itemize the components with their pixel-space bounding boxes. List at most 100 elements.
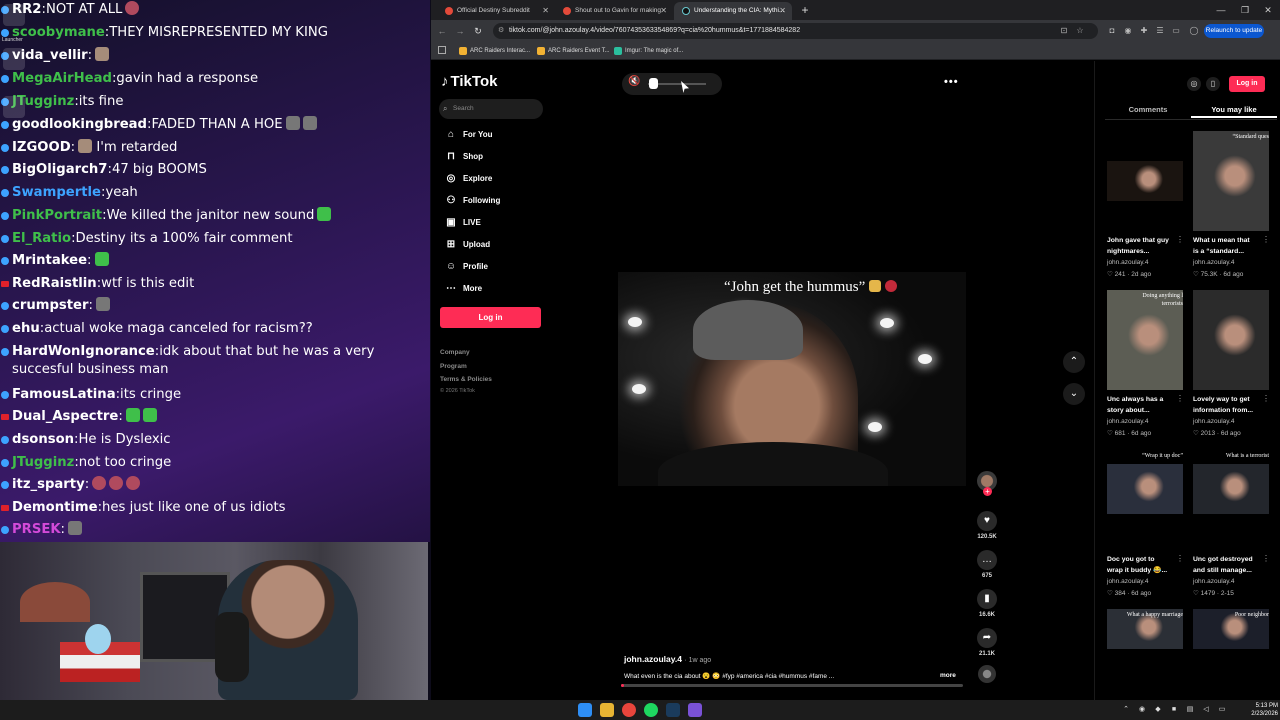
phone-icon[interactable]: ▯ xyxy=(1206,77,1220,91)
recommended-video-card[interactable]: “Standard ques xyxy=(1193,131,1269,235)
recommended-video-card[interactable]: Doing anything l terrorists xyxy=(1107,290,1183,394)
address-bar[interactable]: ⚙ tiktok.com/@john.azoulay.4/video/76074… xyxy=(493,23,1098,39)
chat-username[interactable]: Swampertle xyxy=(12,185,101,200)
follow-plus-icon[interactable]: + xyxy=(983,487,992,496)
sidebar-item-explore[interactable]: ◎ Explore xyxy=(443,171,553,187)
tab-destiny-subreddit[interactable]: Official Destiny Subreddit ✕ xyxy=(437,2,555,20)
sidebar-item-for-you[interactable]: ⌂ For You xyxy=(443,127,553,143)
header-login-button[interactable]: Log in xyxy=(1229,76,1265,92)
chat-username[interactable]: crumpster xyxy=(12,298,89,313)
recommended-video-author[interactable]: john.azoulay.4 xyxy=(1107,578,1148,585)
new-tab-button[interactable]: + xyxy=(797,2,813,18)
site-info-icon[interactable]: ⚙ xyxy=(498,23,504,39)
desktop-shortcut-icon[interactable] xyxy=(3,48,25,70)
recommended-video-title[interactable]: Unc always has a story about... xyxy=(1107,394,1171,416)
video-player[interactable]: “John get the hummus” xyxy=(618,272,966,486)
sidebar-item-upload[interactable]: ⊞ Upload xyxy=(443,237,553,253)
music-disc-icon[interactable] xyxy=(978,665,996,683)
kebab-menu-icon[interactable]: ⋮ xyxy=(1262,554,1270,563)
volume-control[interactable]: 🔇 xyxy=(622,73,722,95)
sidebar-item-live[interactable]: ▣ LIVE xyxy=(443,215,553,231)
next-video-button[interactable]: ⌄ xyxy=(1063,383,1085,405)
bookmark-arc-event[interactable]: ARC Raiders Event T... xyxy=(537,44,610,58)
comment-icon[interactable]: … xyxy=(977,550,997,570)
chat-username[interactable]: HardWonIgnorance xyxy=(12,344,155,359)
recommended-video-title[interactable]: Doc you got to wrap it buddy 😂... xyxy=(1107,554,1171,576)
compass-icon[interactable]: ◎ xyxy=(1187,77,1201,91)
recommended-video-author[interactable]: john.azoulay.4 xyxy=(1193,259,1234,266)
chrome-icon[interactable] xyxy=(622,703,636,717)
profile-icon[interactable]: ◯ xyxy=(1187,23,1201,39)
search-input[interactable]: ⌕ Search xyxy=(439,99,543,119)
chat-username[interactable]: JTugginz xyxy=(12,455,74,470)
like-heart-icon[interactable]: ♥ xyxy=(977,511,997,531)
apps-grid-icon[interactable] xyxy=(438,46,446,54)
sidebar-item-more[interactable]: ⋯ More xyxy=(443,281,553,297)
previous-video-button[interactable]: ⌃ xyxy=(1063,351,1085,373)
chat-username[interactable]: Dual_Aspectre xyxy=(12,409,118,424)
video-progress-bar[interactable] xyxy=(621,684,963,687)
tray-chevron-icon[interactable]: ⌃ xyxy=(1120,704,1132,716)
chat-username[interactable]: ehu xyxy=(12,321,40,336)
bookmark-arc-interactive[interactable]: ARC Raiders Interac... xyxy=(459,44,530,58)
chat-username[interactable]: Mrintakee xyxy=(12,253,87,268)
chat-username[interactable]: itz_sparty xyxy=(12,477,85,492)
recommended-video-title[interactable]: What u mean that is a “standard... xyxy=(1193,235,1257,257)
share-icon[interactable]: ➦ xyxy=(977,628,997,648)
relaunch-button[interactable]: Relaunch to update xyxy=(1204,24,1264,38)
extension-icon[interactable]: ☰ xyxy=(1153,23,1167,39)
close-icon[interactable]: ✕ xyxy=(542,2,549,20)
windows-start-icon[interactable] xyxy=(578,703,592,717)
kebab-menu-icon[interactable]: ⋮ xyxy=(1176,394,1184,403)
battery-icon[interactable]: ▭ xyxy=(1216,704,1228,716)
recommended-video-card[interactable]: “Wrap it up doc” xyxy=(1107,450,1183,554)
back-icon[interactable]: ← xyxy=(435,23,449,39)
recommended-video-card[interactable] xyxy=(1107,131,1183,235)
file-explorer-icon[interactable] xyxy=(600,703,614,717)
recommended-video-title[interactable]: John gave that guy nightmares... xyxy=(1107,235,1171,257)
close-icon[interactable]: ✕ xyxy=(779,2,786,20)
chat-username[interactable]: IZGOOD xyxy=(12,140,71,155)
chat-username[interactable]: PRSEK xyxy=(12,522,61,537)
footer-link-program[interactable]: Program xyxy=(440,363,467,370)
tab-you-may-like[interactable]: You may like xyxy=(1191,102,1277,118)
steam-icon[interactable] xyxy=(666,703,680,717)
desktop-shortcut-icon[interactable] xyxy=(3,96,25,118)
login-button[interactable]: Log in xyxy=(440,307,541,328)
footer-link-terms[interactable]: Terms & Policies xyxy=(440,376,492,383)
close-window-icon[interactable]: ✕ xyxy=(1256,2,1280,18)
reload-icon[interactable]: ↻ xyxy=(471,23,485,39)
spotify-icon[interactable] xyxy=(644,703,658,717)
tab-comments[interactable]: Comments xyxy=(1105,102,1191,118)
bookmark-imgur[interactable]: Imgur: The magic of... xyxy=(614,44,683,58)
chat-username[interactable]: BigOligarch7 xyxy=(12,162,108,177)
network-icon[interactable]: ▤ xyxy=(1184,704,1196,716)
volume-slider-handle[interactable] xyxy=(648,78,658,89)
sidebar-icon[interactable]: ▭ xyxy=(1169,23,1183,39)
chat-username[interactable]: PinkPortrait xyxy=(12,208,102,223)
recommended-video-title[interactable]: Unc got destroyed and still manage... xyxy=(1193,554,1257,576)
author-line[interactable]: john.azoulay.4 · 1w ago xyxy=(624,654,711,664)
description-more-link[interactable]: more xyxy=(940,672,956,679)
kebab-menu-icon[interactable]: ⋮ xyxy=(1176,235,1184,244)
chat-username[interactable]: El_Ratio xyxy=(12,231,71,246)
obs-icon[interactable] xyxy=(688,703,702,717)
sidebar-item-shop[interactable]: ⊓ Shop xyxy=(443,149,553,165)
recommended-video-author[interactable]: john.azoulay.4 xyxy=(1107,418,1148,425)
minimize-icon[interactable]: — xyxy=(1209,2,1233,18)
kebab-menu-icon[interactable]: ⋮ xyxy=(1262,235,1270,244)
tab-tiktok[interactable]: Understanding the CIA: Mythi... ✕ xyxy=(674,2,792,20)
chat-username[interactable]: FamousLatina xyxy=(12,387,116,402)
chat-username[interactable]: dsonson xyxy=(12,432,74,447)
sidebar-item-following[interactable]: ⚇ Following xyxy=(443,193,553,209)
recommended-video-author[interactable]: john.azoulay.4 xyxy=(1193,418,1234,425)
chat-username[interactable]: goodlookingbread xyxy=(12,117,147,132)
recommended-video-card[interactable]: Poor neighbor xyxy=(1193,609,1269,649)
muted-speaker-icon[interactable]: 🔇 xyxy=(628,76,640,87)
chat-username[interactable]: RedRaistlin xyxy=(12,276,97,291)
extension-icon[interactable]: ◘ xyxy=(1105,23,1119,39)
chat-username[interactable]: Demontime xyxy=(12,500,98,515)
restore-icon[interactable]: ❐ xyxy=(1233,2,1257,18)
extensions-puzzle-icon[interactable]: ✚ xyxy=(1137,23,1151,39)
kebab-menu-icon[interactable]: ⋮ xyxy=(1176,554,1184,563)
